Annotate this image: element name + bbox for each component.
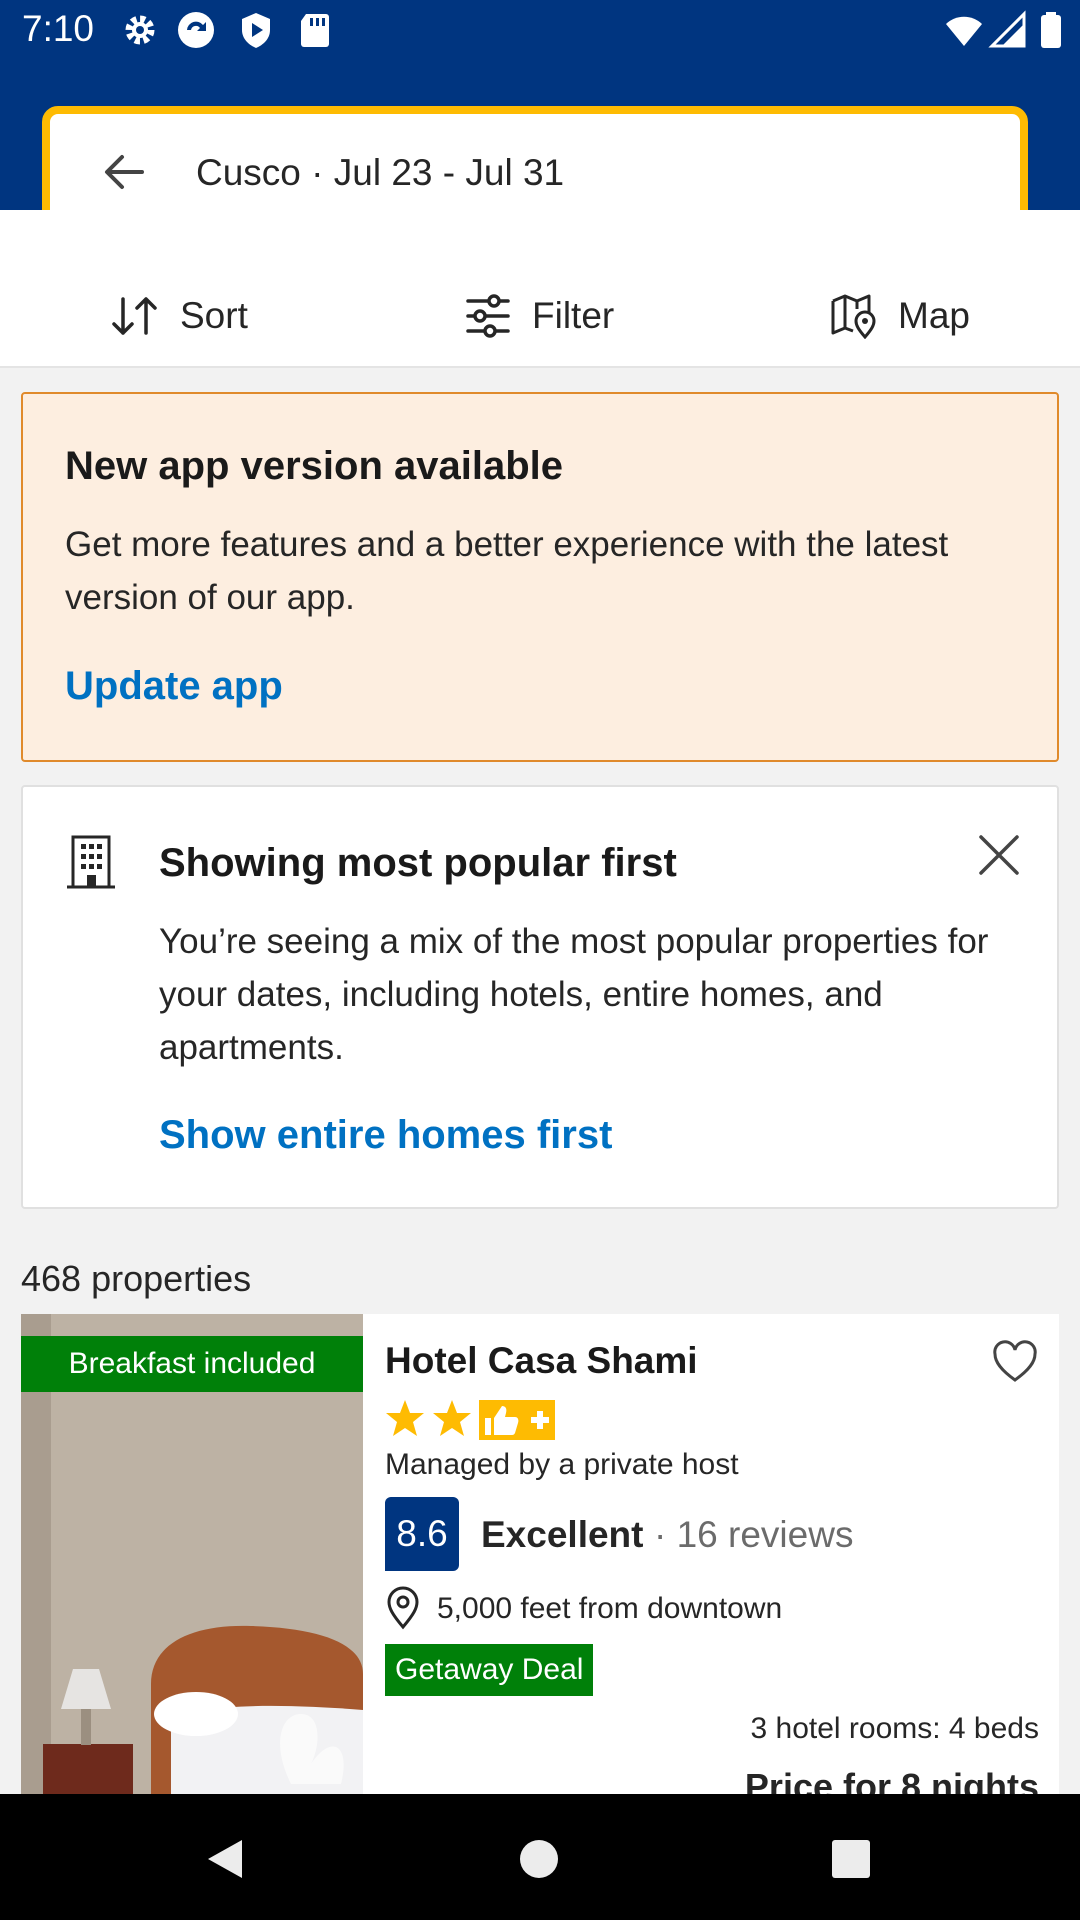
wifi-icon	[946, 16, 982, 46]
cellular-signal-icon	[988, 10, 1026, 48]
shield-play-icon	[242, 13, 270, 48]
distance-from-downtown: 5,000 feet from downtown	[437, 1592, 783, 1625]
settings-gear-icon	[125, 15, 155, 45]
update-banner-title: New app version available	[65, 444, 563, 488]
sort-arrows-icon	[112, 297, 157, 335]
sort-label: Sort	[180, 295, 248, 336]
sync-app-icon	[178, 12, 214, 48]
results-toolbar: Sort Filter Map	[0, 210, 1080, 368]
map-label: Map	[898, 295, 970, 336]
sort-button[interactable]: Sort	[110, 286, 248, 346]
nav-back-icon[interactable]	[200, 1834, 250, 1884]
update-app-link[interactable]: Update app	[65, 664, 283, 709]
show-entire-homes-link[interactable]: Show entire homes first	[159, 1113, 612, 1158]
location-pin-icon	[387, 1586, 419, 1630]
room-configuration: 3 hotel rooms: 4 beds	[750, 1712, 1039, 1745]
system-navigation-bar	[0, 1794, 1080, 1920]
hotel-name[interactable]: Hotel Casa Shami	[385, 1340, 698, 1382]
sd-card-icon	[301, 14, 329, 47]
status-bar: 7:10	[0, 0, 1080, 62]
host-type: Managed by a private host	[385, 1448, 739, 1481]
status-time: 7:10	[22, 8, 95, 49]
popular-first-card: Showing most popular first You’re seeing…	[21, 785, 1059, 1209]
map-pin-icon	[831, 294, 876, 339]
results-count: 468 properties	[21, 1258, 252, 1299]
review-score-badge: 8.6	[385, 1497, 459, 1571]
review-score-word: Excellent	[481, 1514, 644, 1555]
property-card[interactable]: Breakfast included Hotel Casa Shami Mana…	[21, 1314, 1059, 1794]
popular-card-title: Showing most popular first	[159, 841, 677, 885]
building-icon	[67, 835, 115, 889]
popular-card-body: You’re seeing a mix of the most popular …	[159, 922, 989, 1067]
thumbs-up-plus-icon	[479, 1400, 555, 1440]
breakfast-included-badge: Breakfast included	[21, 1336, 363, 1392]
update-app-banner: New app version available Get more featu…	[21, 392, 1059, 762]
search-location-dates[interactable]: Cusco · Jul 23 - Jul 31	[196, 152, 564, 194]
heart-icon[interactable]	[991, 1340, 1039, 1384]
nav-home-icon[interactable]	[514, 1834, 564, 1884]
back-arrow-icon[interactable]	[98, 146, 150, 198]
battery-icon	[1041, 12, 1061, 48]
review-count[interactable]: · 16 reviews	[654, 1514, 853, 1556]
update-banner-body: Get more features and a better experienc…	[65, 525, 949, 617]
filter-sliders-icon	[466, 294, 510, 338]
filter-button[interactable]: Filter	[464, 286, 614, 346]
star-rating	[385, 1398, 565, 1442]
filter-label: Filter	[532, 295, 615, 336]
map-button[interactable]: Map	[830, 286, 970, 346]
price-label: Price for 8 nights	[744, 1766, 1039, 1794]
star-icon	[433, 1400, 471, 1436]
close-icon[interactable]	[973, 829, 1025, 881]
nav-recents-icon[interactable]	[826, 1834, 876, 1884]
getaway-deal-badge: Getaway Deal	[385, 1644, 594, 1696]
star-icon	[386, 1400, 424, 1436]
